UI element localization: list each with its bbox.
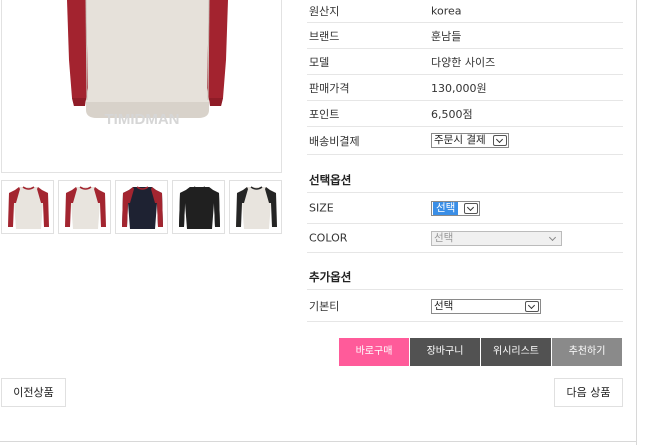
add-to-cart-button[interactable]: 장바구니 <box>410 338 480 366</box>
info-row-origin: 원산지 korea <box>307 0 623 23</box>
buy-now-button[interactable]: 바로구매 <box>339 338 409 366</box>
size-select[interactable]: 선택 <box>431 201 480 216</box>
basic-tee-label: 기본티 <box>309 299 340 313</box>
color-select[interactable]: 선택 <box>431 231 562 246</box>
frame-border-bottom <box>0 441 637 442</box>
point-label: 포인트 <box>309 107 340 121</box>
extra-options-title: 추가옵션 <box>309 270 352 284</box>
chevron-down-icon <box>493 135 507 146</box>
brand-value: 훈남들 <box>431 29 462 43</box>
thumbnail-red-2[interactable] <box>58 180 111 234</box>
price-label: 판매가격 <box>309 81 350 95</box>
price-value: 130,000원 <box>431 81 487 95</box>
thumbnail-strip <box>0 180 285 235</box>
origin-label: 원산지 <box>309 5 340 18</box>
next-product-button[interactable]: 다음 상품 <box>554 378 623 407</box>
point-value: 6,500점 <box>431 107 473 121</box>
chevron-down-icon <box>525 301 539 312</box>
info-row-model: 모델 다양한 사이즈 <box>307 49 623 75</box>
wishlist-button[interactable]: 위시리스트 <box>481 338 551 366</box>
select-options-title: 선택옵션 <box>309 173 352 187</box>
shipping-label: 배송비결제 <box>309 134 360 148</box>
size-label: SIZE <box>309 201 334 215</box>
color-label: COLOR <box>309 231 348 245</box>
model-value: 다양한 사이즈 <box>431 55 496 69</box>
thumbnail-black-sleeve[interactable] <box>229 180 282 234</box>
thumbnail-navy[interactable] <box>115 180 168 234</box>
brand-label: 브랜드 <box>309 29 340 43</box>
chevron-down-icon <box>546 233 560 244</box>
origin-value: korea <box>431 4 462 18</box>
recommend-button[interactable]: 추천하기 <box>552 338 622 366</box>
model-label: 모델 <box>309 55 330 69</box>
chevron-down-icon <box>464 203 478 214</box>
prev-product-button[interactable]: 이전상품 <box>1 378 66 407</box>
frame-border-right <box>636 0 637 445</box>
info-row-brand: 브랜드 훈남들 <box>307 23 623 49</box>
size-select-value: 선택 <box>433 202 459 215</box>
sweater-illustration: TIMIDMAN <box>67 0 228 128</box>
basic-tee-select-value: 선택 <box>434 300 454 312</box>
watermark-text: TIMIDMAN <box>105 111 180 128</box>
color-select-value: 선택 <box>434 232 454 244</box>
thumbnail-red[interactable] <box>1 180 54 234</box>
shipping-select-value: 주문시 결제 <box>434 134 486 146</box>
info-row-point: 포인트 6,500점 <box>307 101 623 127</box>
basic-tee-select[interactable]: 선택 <box>431 299 541 314</box>
product-main-image: TIMIDMAN <box>1 0 282 173</box>
shipping-select[interactable]: 주문시 결제 <box>431 133 509 148</box>
thumbnail-black[interactable] <box>172 180 225 234</box>
info-row-price: 판매가격 130,000원 <box>307 75 623 101</box>
